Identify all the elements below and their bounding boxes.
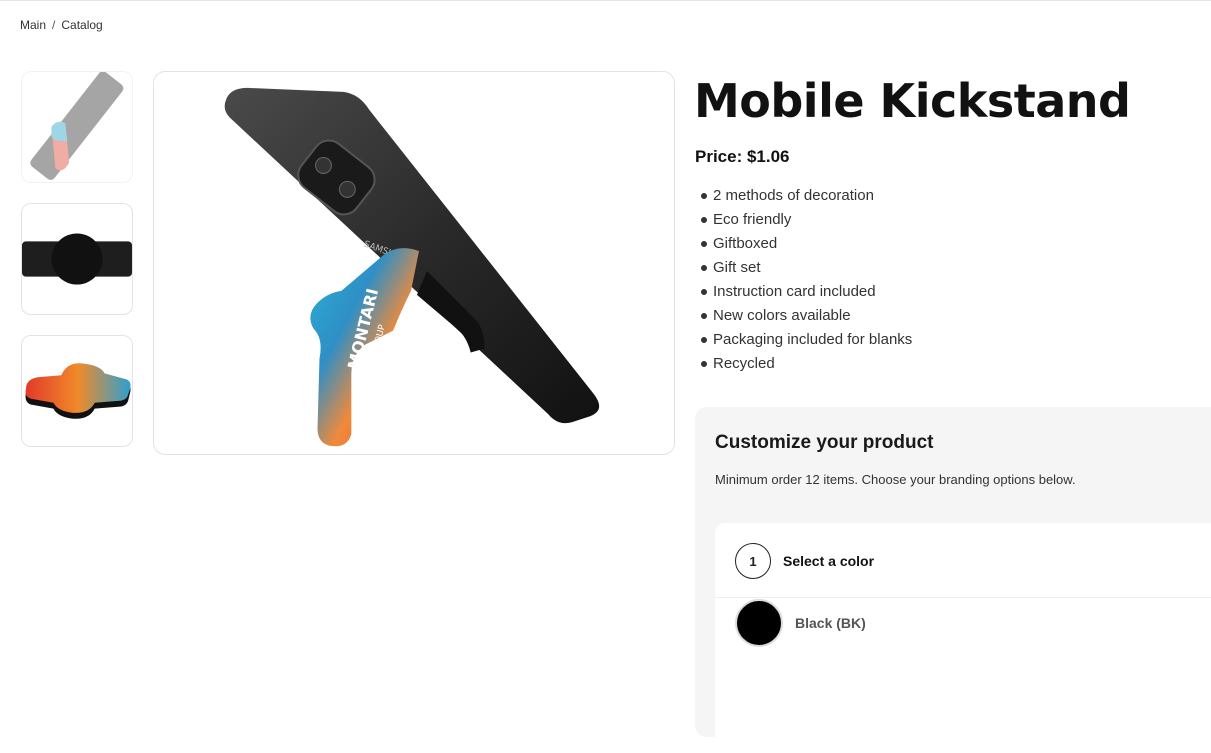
breadcrumb-main-link[interactable]: Main xyxy=(20,18,46,32)
kickstand-printed-thumbnail-image xyxy=(25,363,131,419)
step-number-badge: 1 xyxy=(735,543,771,579)
customize-panel: Customize your product Minimum order 12 … xyxy=(695,407,1211,753)
thumbnail-kickstand-printed[interactable] xyxy=(21,335,133,447)
feature-item: Instruction card included xyxy=(701,280,912,304)
breadcrumb-catalog-link[interactable]: Catalog xyxy=(61,18,102,32)
breadcrumb-separator: / xyxy=(52,18,56,32)
color-swatch-label: Black (BK) xyxy=(795,615,866,631)
color-swatch-black[interactable] xyxy=(735,599,783,647)
bullet-icon xyxy=(701,217,707,223)
feature-item: Recycled xyxy=(701,352,912,376)
thumbnail-kickstand-black[interactable] xyxy=(21,203,133,315)
step-divider xyxy=(715,597,1211,598)
product-price: Price: $1.06 xyxy=(695,147,790,166)
bullet-icon xyxy=(701,289,707,295)
customize-subtitle: Minimum order 12 items. Choose your bran… xyxy=(715,472,1076,487)
bullet-icon xyxy=(701,361,707,367)
bullet-icon xyxy=(701,241,707,247)
feature-item: Gift set xyxy=(701,256,912,280)
breadcrumb: Main / Catalog xyxy=(20,18,103,32)
thumbnail-phone-kickstand[interactable] xyxy=(21,71,133,183)
customize-title: Customize your product xyxy=(715,432,934,453)
step-label: Select a color xyxy=(783,553,875,569)
bullet-icon xyxy=(701,193,707,199)
feature-list: 2 methods of decoration Eco friendly Gif… xyxy=(701,184,912,376)
bullet-icon xyxy=(701,265,707,271)
main-product-image: SAMSUNG MONTARI GROUP xyxy=(153,71,675,455)
phone-kickstand-thumbnail-image xyxy=(30,72,124,180)
feature-item: Eco friendly xyxy=(701,208,912,232)
bullet-icon xyxy=(701,337,707,343)
bullet-icon xyxy=(701,313,707,319)
feature-item: New colors available xyxy=(701,304,912,328)
product-title: Mobile Kickstand xyxy=(694,74,1131,128)
feature-item: 2 methods of decoration xyxy=(701,184,912,208)
feature-item: Giftboxed xyxy=(701,232,912,256)
top-divider xyxy=(0,0,1211,1)
phone-kickstand-illustration: SAMSUNG MONTARI GROUP xyxy=(224,87,600,447)
feature-item: Packaging included for blanks xyxy=(701,328,912,352)
kickstand-black-thumbnail-image xyxy=(22,233,132,285)
